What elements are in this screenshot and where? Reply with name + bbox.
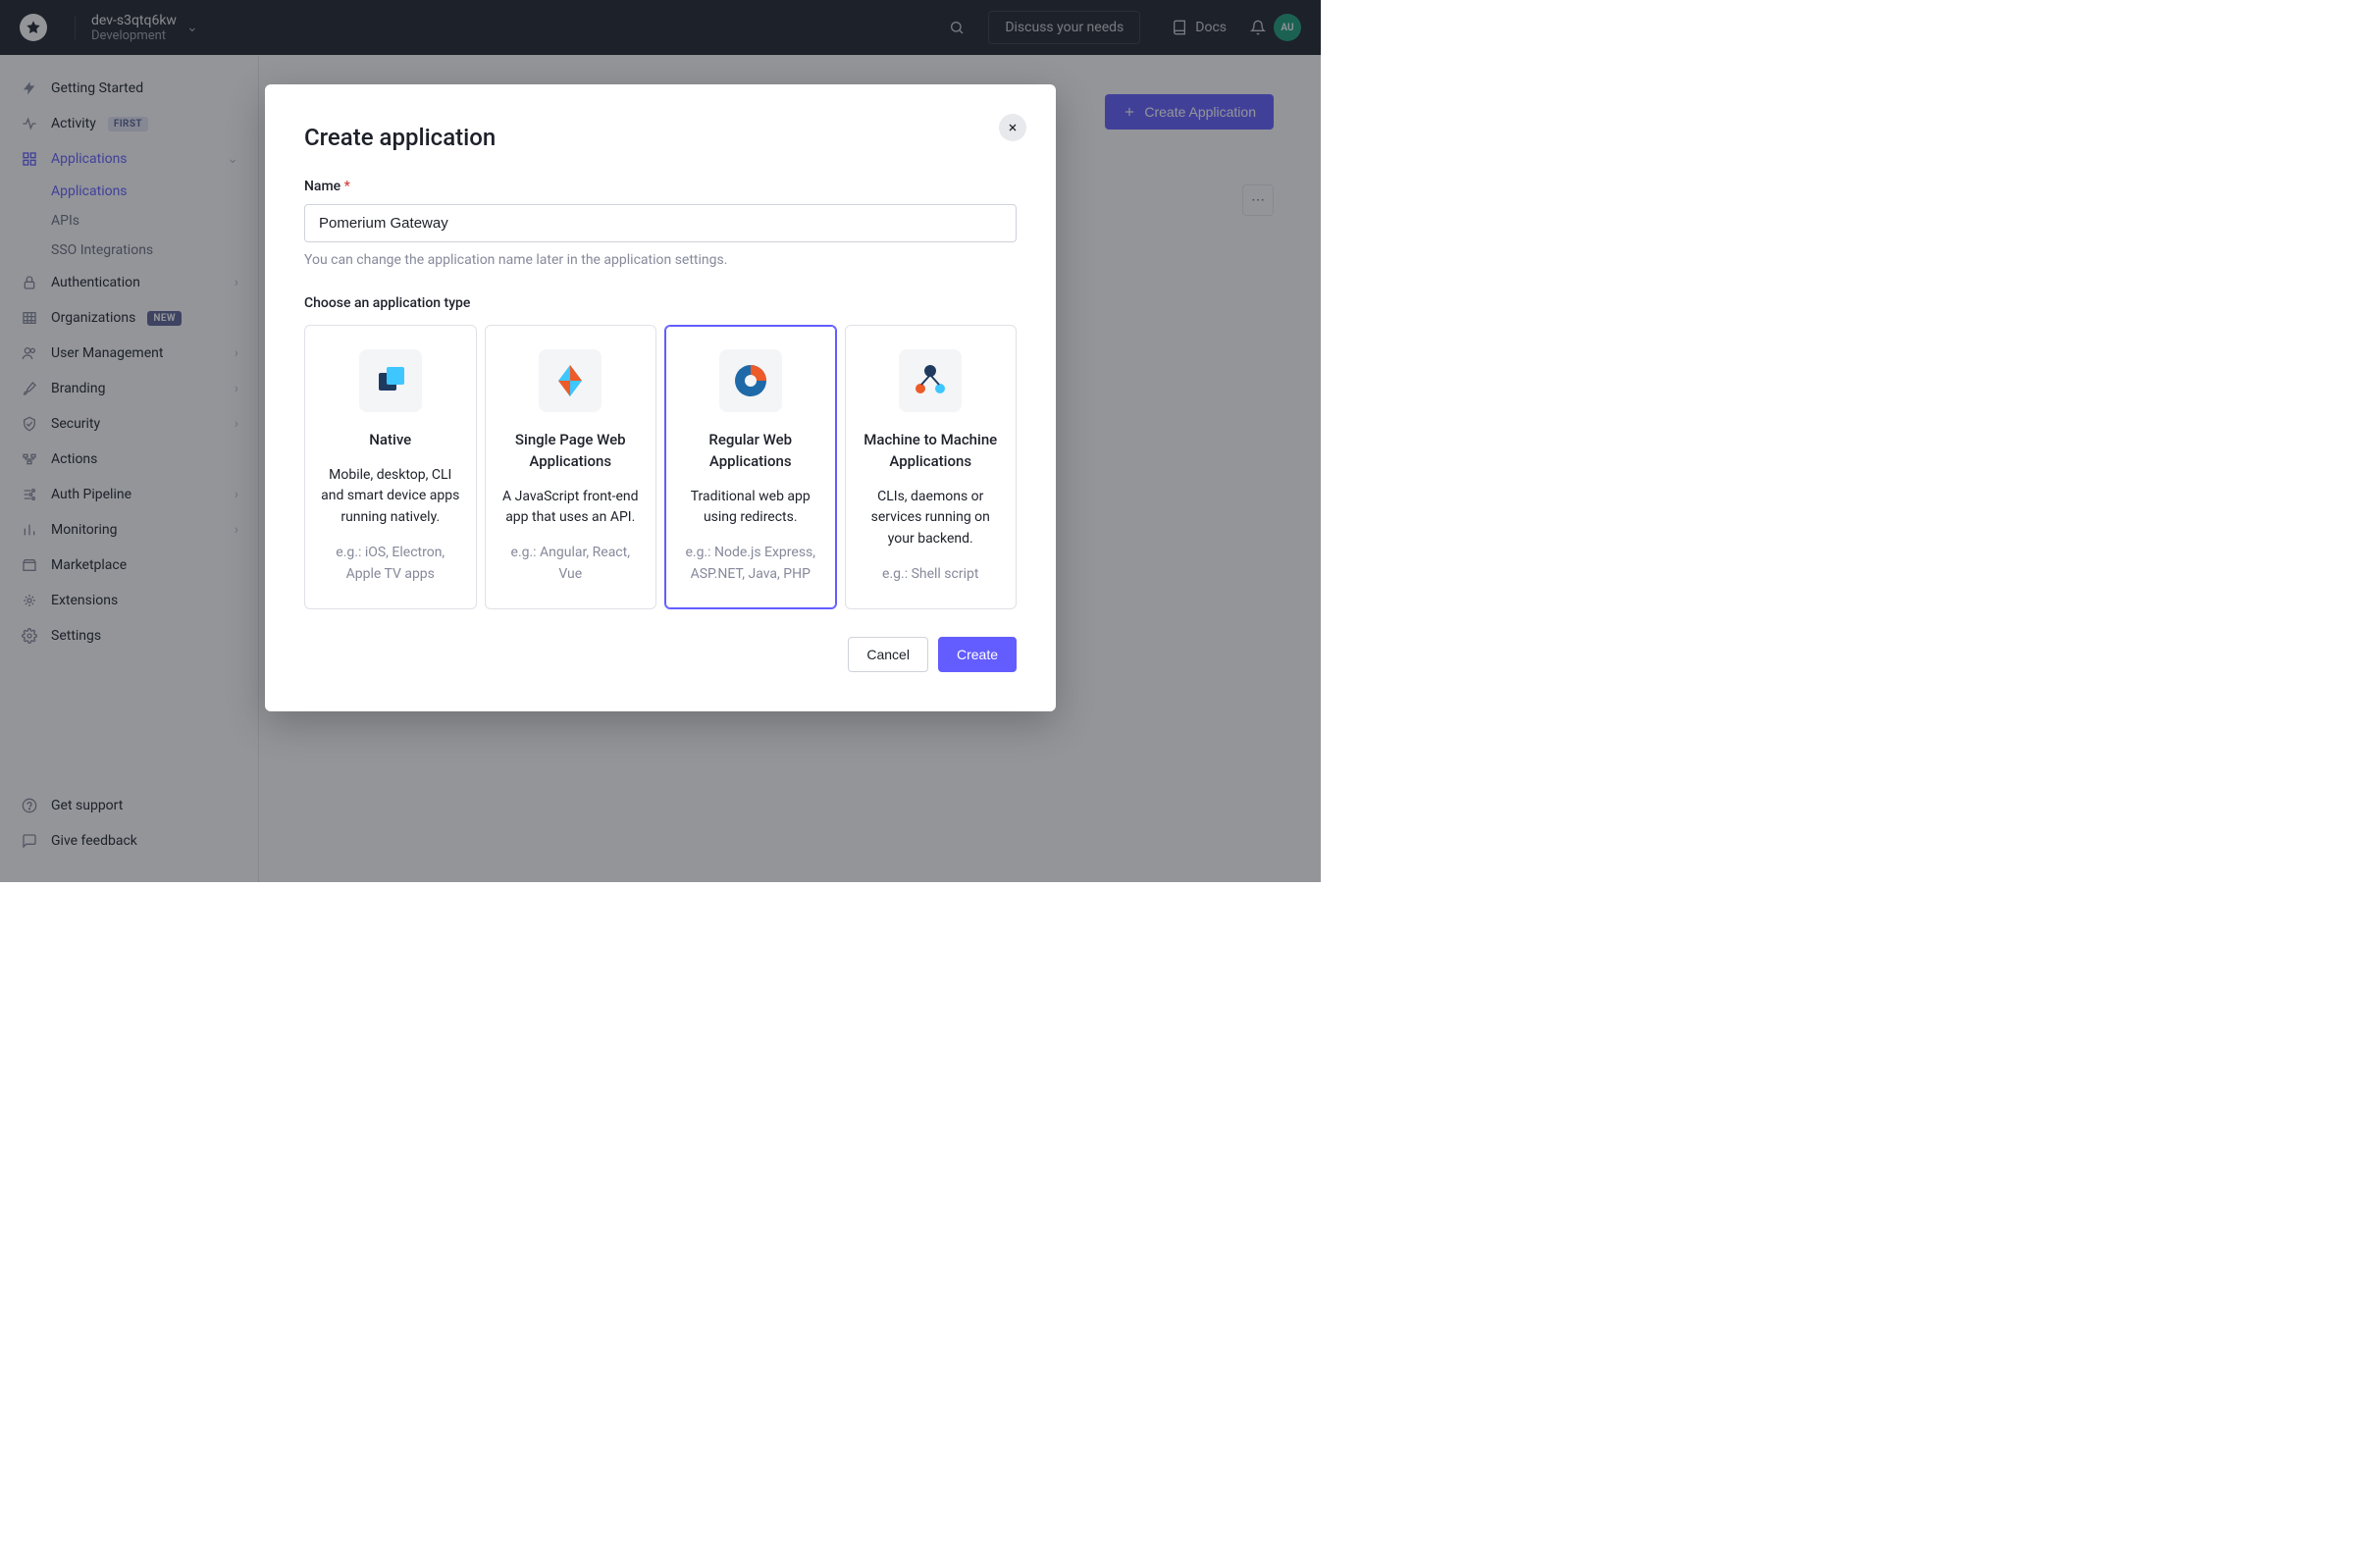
app-type-example: e.g.: Angular, React, Vue — [499, 543, 643, 585]
create-button[interactable]: Create — [938, 637, 1017, 672]
app-type-example: e.g.: Shell script — [860, 564, 1003, 586]
app-type-title: Regular Web Applications — [679, 430, 822, 473]
app-type-title: Native — [319, 430, 462, 451]
app-type-card-machine-to-machine-applications[interactable]: Machine to Machine Applications CLIs, da… — [845, 325, 1018, 609]
app-type-desc: A JavaScript front-end app that uses an … — [499, 487, 643, 529]
app-type-desc: CLIs, daemons or services running on you… — [860, 487, 1003, 550]
create-application-modal: Create application Name * You can change… — [265, 84, 1056, 711]
app-type-card-native[interactable]: Native Mobile, desktop, CLI and smart de… — [304, 325, 477, 609]
app-type-icon — [899, 349, 962, 412]
name-hint: You can change the application name late… — [304, 252, 1017, 268]
app-type-icon — [539, 349, 602, 412]
modal-title: Create application — [304, 124, 1017, 151]
app-type-card-single-page-web-applications[interactable]: Single Page Web Applications A JavaScrip… — [485, 325, 657, 609]
name-label: Name * — [304, 179, 1017, 194]
name-input[interactable] — [304, 204, 1017, 242]
app-type-icon — [359, 349, 422, 412]
app-type-title: Machine to Machine Applications — [860, 430, 1003, 473]
app-type-desc: Traditional web app using redirects. — [679, 487, 822, 529]
close-button[interactable] — [999, 114, 1026, 141]
app-type-card-regular-web-applications[interactable]: Regular Web Applications Traditional web… — [664, 325, 837, 609]
app-type-example: e.g.: iOS, Electron, Apple TV apps — [319, 543, 462, 585]
app-type-example: e.g.: Node.js Express, ASP.NET, Java, PH… — [679, 543, 822, 585]
app-type-icon — [719, 349, 782, 412]
app-type-title: Single Page Web Applications — [499, 430, 643, 473]
app-type-desc: Mobile, desktop, CLI and smart device ap… — [319, 465, 462, 529]
type-label: Choose an application type — [304, 295, 1017, 311]
cancel-button[interactable]: Cancel — [848, 637, 928, 672]
